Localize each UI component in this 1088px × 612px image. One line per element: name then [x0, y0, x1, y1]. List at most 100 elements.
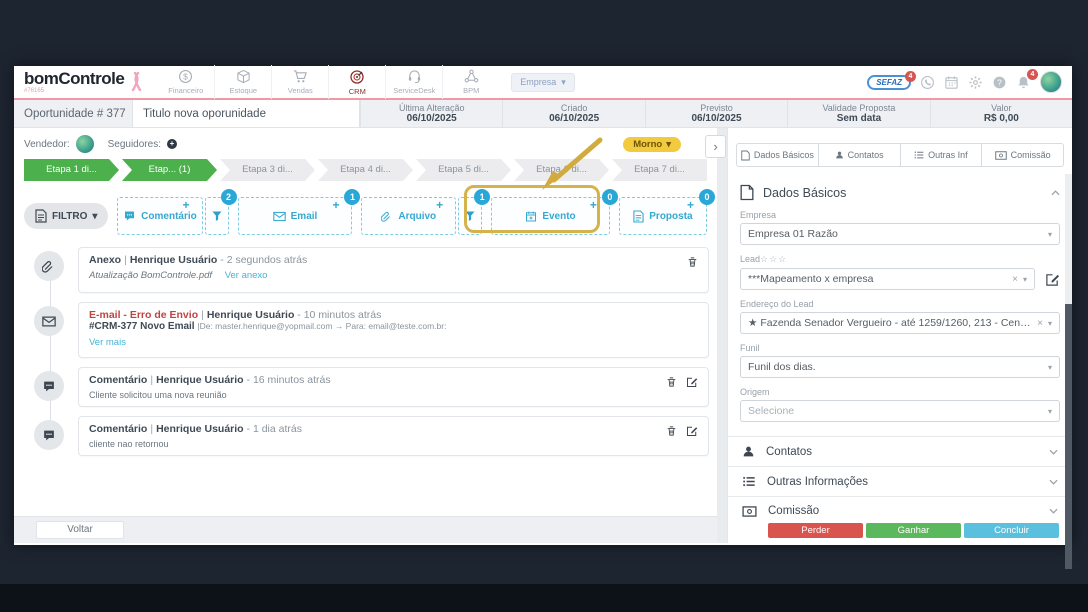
- clear-icon[interactable]: ×: [1012, 274, 1018, 285]
- nav-module-bpm[interactable]: BPM: [442, 65, 499, 99]
- pipeline-stage-4[interactable]: Etapa 4 di...: [318, 159, 413, 181]
- edit-icon[interactable]: [686, 376, 698, 388]
- chevron-down-icon: [1049, 508, 1058, 514]
- lead-row: ***Mapeamento x empresa × ▾: [740, 268, 1060, 290]
- chevron-down-icon: ▾: [1047, 362, 1052, 372]
- add-follower-icon[interactable]: +: [166, 139, 177, 149]
- company-select[interactable]: Empresa ▾: [511, 72, 575, 92]
- dados-basicos-fields: Empresa Empresa 01 Razão ▾ Lead☆☆☆ ***Ma…: [740, 210, 1060, 422]
- edit-lead-button[interactable]: [1045, 272, 1060, 287]
- funil-select[interactable]: Funil dos dias. ▾: [740, 356, 1060, 378]
- module-menu: $ Financeiro Estoque Vendas CRM ServiceD…: [157, 65, 499, 99]
- tab-comissao[interactable]: Comissão: [981, 144, 1063, 166]
- nav-module-servicedesk[interactable]: ServiceDesk: [385, 65, 442, 99]
- details-sidebar: Dados Básicos Contatos Outras Inf Comiss…: [727, 128, 1072, 569]
- lead-select[interactable]: ***Mapeamento x empresa × ▾: [740, 268, 1035, 290]
- list-icon: [742, 475, 756, 488]
- endereco-select[interactable]: ★ Fazenda Senador Vergueiro - até 1259/1…: [740, 312, 1060, 334]
- timeline-card: Comentário | Henrique Usuário - 16 minutos…: [78, 367, 709, 407]
- concluir-button[interactable]: Concluir: [964, 523, 1059, 538]
- seguidores-label: Seguidores:: [107, 138, 161, 150]
- opportunity-title[interactable]: Titulo nova oporunidade: [132, 100, 360, 127]
- add-email-button[interactable]: Email +: [237, 197, 353, 235]
- header-cell-validade: Validade Proposta Sem data: [787, 100, 929, 127]
- add-arquivo-button[interactable]: Arquivo +: [361, 197, 457, 235]
- bell-badge: 4: [1027, 68, 1038, 80]
- sidebar-scrollbar[interactable]: [1065, 174, 1072, 569]
- temperature-dropdown[interactable]: Morno ▾: [623, 136, 681, 152]
- email-group: Email + 1: [237, 189, 361, 235]
- funnel-icon: [211, 210, 223, 222]
- pipeline-stage-7[interactable]: Etapa 7 di...: [612, 159, 707, 181]
- ver-mais-link[interactable]: Ver mais: [89, 337, 126, 348]
- origem-select[interactable]: Selecione ▾: [740, 400, 1060, 422]
- whatsapp-icon[interactable]: [920, 75, 935, 90]
- tab-dados-basicos[interactable]: Dados Básicos: [737, 144, 818, 166]
- nav-module-estoque[interactable]: Estoque: [214, 65, 271, 99]
- proposta-group: Proposta + 0: [618, 189, 715, 235]
- nav-module-vendas[interactable]: Vendas: [271, 65, 328, 99]
- gear-icon[interactable]: [968, 75, 983, 90]
- vendedor-avatar[interactable]: [75, 135, 94, 153]
- lead-label: Lead☆☆☆: [740, 254, 788, 264]
- section-outras-informacoes[interactable]: Outras Informações: [728, 466, 1072, 496]
- collapse-sidebar-button[interactable]: ›: [705, 135, 726, 158]
- add-comentario-button[interactable]: Comentário +: [117, 197, 203, 235]
- pipeline-stage-1[interactable]: Etapa 1 di...: [24, 159, 119, 181]
- perder-button[interactable]: Perder: [768, 523, 863, 538]
- cart-icon: [293, 69, 308, 84]
- chevron-down-icon: ▾: [1047, 229, 1052, 239]
- tab-contatos[interactable]: Contatos: [817, 144, 900, 166]
- chevron-up-icon[interactable]: [1051, 189, 1060, 196]
- section-contatos[interactable]: Contatos: [728, 436, 1072, 466]
- voltar-button[interactable]: Voltar: [36, 521, 124, 539]
- timeline-card: Comentário | Henrique Usuário - 1 dia atrá…: [78, 416, 709, 456]
- edit-icon[interactable]: [686, 425, 698, 437]
- user-avatar[interactable]: [1040, 71, 1062, 93]
- panel-gutter: [717, 128, 727, 543]
- lead-rating-stars[interactable]: ☆☆☆: [760, 254, 787, 264]
- logo-text: bomControle: [24, 69, 125, 88]
- pipeline-stage-5[interactable]: Etapa 5 di...: [416, 159, 511, 181]
- add-proposta-button[interactable]: Proposta +: [618, 197, 707, 235]
- clear-icon[interactable]: ×: [1037, 318, 1043, 329]
- filtro-button[interactable]: FILTRO ▾: [24, 203, 109, 229]
- top-navbar: bomControle #76165 $ Financeiro Estoque …: [14, 65, 1072, 100]
- target-icon: [349, 69, 365, 85]
- letterbox-strip: [0, 584, 1088, 612]
- header-cell-criado: Criado 06/10/2025: [502, 100, 644, 127]
- empresa-select[interactable]: Empresa 01 Razão ▾: [740, 223, 1060, 245]
- main-footer: Voltar: [14, 516, 717, 543]
- nav-module-financeiro[interactable]: $ Financeiro: [157, 65, 214, 99]
- trash-icon[interactable]: [666, 425, 677, 437]
- header-cell-previsto: Previsto 06/10/2025: [644, 100, 787, 127]
- trash-icon[interactable]: [687, 256, 698, 268]
- headset-icon: [407, 69, 422, 84]
- chevron-down-icon: [1049, 479, 1058, 485]
- logo[interactable]: bomControle #76165: [24, 69, 125, 94]
- help-icon[interactable]: ?: [992, 75, 1007, 90]
- pipeline-stage-2[interactable]: Etap... (1): [122, 159, 217, 181]
- bell-icon[interactable]: 4: [1016, 68, 1038, 90]
- comment-icon: [123, 210, 136, 222]
- plus-icon: +: [686, 198, 694, 212]
- navbar-right: SEFAZ 4 ? 4: [867, 68, 1062, 93]
- dados-basicos-section-header[interactable]: Dados Básicos: [740, 184, 1060, 201]
- calendar-icon[interactable]: [944, 75, 959, 90]
- scrollbar-thumb[interactable]: [1065, 304, 1072, 569]
- ver-anexo-link[interactable]: Ver anexo: [225, 270, 268, 281]
- pipeline-stage-3[interactable]: Etapa 3 di...: [220, 159, 315, 181]
- section-comissao[interactable]: Comissão: [728, 496, 1072, 525]
- envelope-icon: [34, 306, 64, 336]
- chevron-down-icon: ▾: [666, 138, 671, 150]
- tab-outras-inf[interactable]: Outras Inf: [899, 144, 982, 166]
- chevron-down-icon: [1049, 449, 1058, 455]
- endereco-label: Endereço do Lead: [740, 299, 814, 309]
- sefaz-button[interactable]: SEFAZ 4: [867, 70, 916, 90]
- ganhar-button[interactable]: Ganhar: [866, 523, 961, 538]
- comment-icon: [34, 420, 64, 450]
- trash-icon[interactable]: [666, 376, 677, 388]
- dollar-circle-icon: $: [178, 69, 193, 84]
- nav-module-crm[interactable]: CRM: [328, 65, 385, 99]
- person-icon: [835, 150, 844, 160]
